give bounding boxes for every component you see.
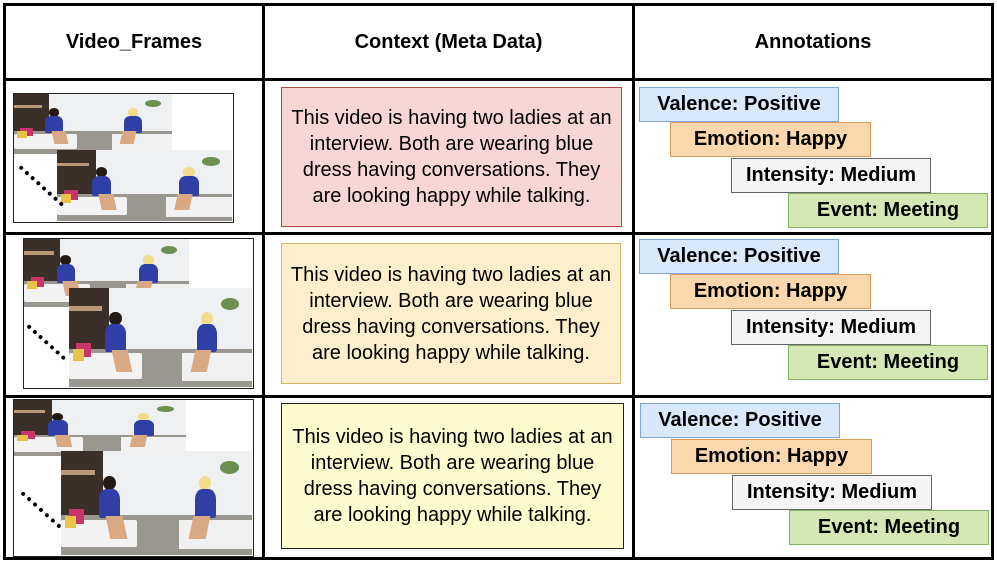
video-frame-2: [61, 451, 252, 555]
emotion-tag: Emotion: Happy: [670, 122, 871, 157]
event-tag: Event: Meeting: [788, 193, 988, 228]
valence-tag: Valence: Positive: [639, 87, 839, 122]
header-video-frames: Video_Frames: [65, 30, 203, 53]
column-divider-1: [262, 3, 265, 560]
frame-stack-row-3: [13, 399, 254, 557]
context-text: This video is having two ladies at an in…: [291, 107, 612, 207]
video-frame-2: [57, 150, 232, 221]
header-annotations: Annotations: [754, 30, 872, 53]
intensity-tag: Intensity: Medium: [732, 475, 932, 510]
column-divider-2: [632, 3, 635, 560]
context-box-row-3: This video is having two ladies at an in…: [281, 403, 624, 549]
row-divider-2: [3, 395, 994, 398]
valence-tag: Valence: Positive: [640, 403, 840, 438]
intensity-tag: Intensity: Medium: [731, 158, 931, 193]
intensity-tag: Intensity: Medium: [731, 310, 931, 345]
context-text: This video is having two ladies at an in…: [290, 263, 612, 364]
emotion-tag: Emotion: Happy: [671, 439, 872, 474]
event-tag: Event: Meeting: [789, 510, 989, 545]
table-border-left: [3, 3, 6, 560]
emotion-tag: Emotion: Happy: [670, 274, 871, 309]
context-box-row-2: This video is having two ladies at an in…: [281, 243, 621, 384]
frame-stack-row-1: [13, 93, 234, 223]
event-tag: Event: Meeting: [788, 345, 988, 380]
frame-stack-row-2: [23, 238, 254, 389]
table-border-bottom: [3, 557, 994, 560]
table-border-right: [991, 3, 994, 560]
row-divider-1: [3, 232, 994, 235]
video-frame-2: [69, 288, 252, 387]
context-text: This video is having two ladies at an in…: [292, 426, 613, 526]
header-context: Context (Meta Data): [354, 30, 543, 53]
valence-tag: Valence: Positive: [639, 239, 839, 274]
context-box-row-1: This video is having two ladies at an in…: [281, 87, 622, 227]
